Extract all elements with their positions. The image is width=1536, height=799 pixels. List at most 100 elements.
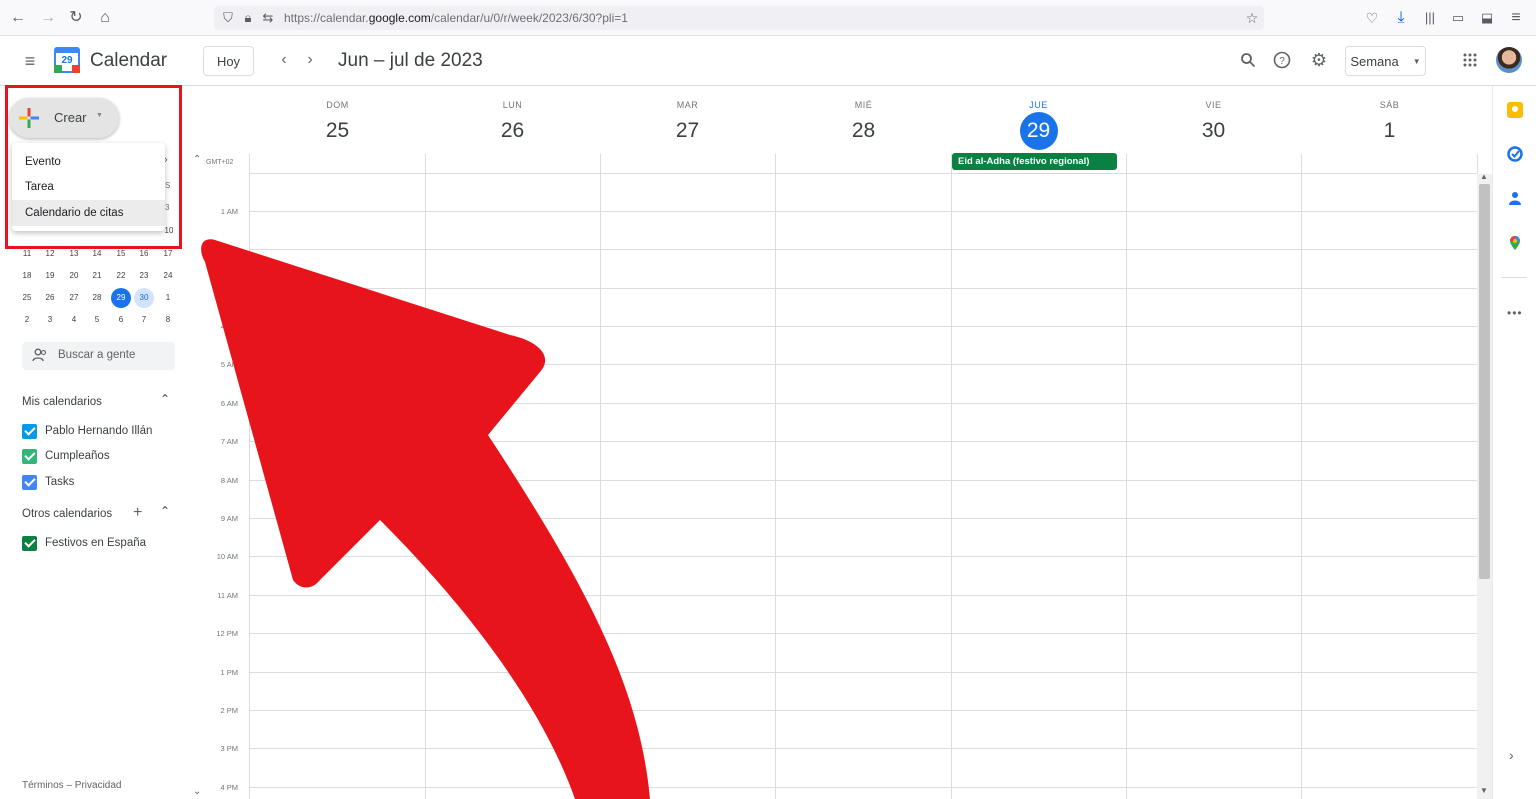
day-header[interactable]: MIÉ 28 <box>776 86 951 154</box>
day-header-today[interactable]: JUE 29 <box>951 86 1126 154</box>
day-header[interactable]: DOM 25 <box>250 86 425 154</box>
calendar-header: ≡ 29 Calendar Hoy ‹ › Jun – jul de 2023 … <box>0 36 1536 86</box>
terms-privacy-links[interactable]: Términos – Privacidad <box>22 780 121 791</box>
bookmark-star-icon[interactable]: ☆ <box>1242 8 1262 28</box>
lock-icon[interactable]: 🔒︎ <box>238 8 258 28</box>
tasks-icon[interactable] <box>1507 146 1523 162</box>
day-header[interactable]: MAR 27 <box>600 86 775 154</box>
day-number[interactable]: 26 <box>494 112 532 150</box>
day-number[interactable]: 30 <box>1195 112 1233 150</box>
mini-cal-day[interactable]: 19 <box>39 266 61 286</box>
checkbox-checked-icon[interactable] <box>22 449 37 464</box>
mini-cal-day[interactable]: 6 <box>110 310 132 330</box>
mini-cal-day[interactable]: 3 <box>39 310 61 330</box>
panel-divider <box>1501 277 1527 278</box>
calendar-item-label: Tasks <box>45 476 75 488</box>
apps-grid-icon[interactable] <box>1459 49 1481 71</box>
day-name: SÁB <box>1379 100 1400 110</box>
next-week-icon[interactable]: › <box>299 49 321 71</box>
column-divider <box>249 154 250 799</box>
mini-cal-day-selected[interactable]: 30 <box>134 288 154 308</box>
expand-panel-chevron-icon[interactable]: › <box>1509 747 1514 763</box>
my-calendars-title[interactable]: Mis calendarios <box>22 396 102 408</box>
pocket-icon[interactable]: ♡ <box>1362 8 1382 28</box>
address-bar[interactable]: ⛉ 🔒︎ ⇆ https://calendar.google.com/calen… <box>214 6 1264 30</box>
day-number[interactable]: 27 <box>669 112 707 150</box>
collapse-allday-icon[interactable]: ⌃ <box>193 154 201 165</box>
search-icon[interactable] <box>1237 49 1259 71</box>
mini-cal-day[interactable]: 25 <box>16 288 38 308</box>
search-people-input[interactable]: Buscar a gente <box>22 342 175 370</box>
day-number-today[interactable]: 29 <box>1019 112 1058 150</box>
maps-icon[interactable] <box>1507 235 1523 251</box>
back-icon[interactable]: ← <box>8 8 28 28</box>
library-icon[interactable]: ||| <box>1420 8 1440 28</box>
extensions-icon[interactable]: ⬓ <box>1477 8 1497 28</box>
settings-gear-icon[interactable]: ⚙ <box>1308 49 1330 71</box>
mini-cal-day[interactable]: 20 <box>63 266 85 286</box>
mini-cal-day[interactable]: 26 <box>39 288 61 308</box>
download-icon[interactable]: ⤓ <box>1391 8 1411 28</box>
hour-label: 12 PM <box>216 629 238 638</box>
mini-cal-day[interactable]: 21 <box>86 266 108 286</box>
scroll-down-arrow-icon[interactable]: ▼ <box>1480 786 1488 795</box>
view-selector[interactable]: Semana ▼ <box>1345 46 1426 76</box>
scroll-up-arrow-icon[interactable]: ▲ <box>1480 172 1488 181</box>
hour-line <box>249 748 1477 749</box>
hour-line <box>249 326 1477 327</box>
mini-cal-day-today[interactable]: 29 <box>111 288 131 308</box>
more-options-icon[interactable]: ••• <box>1507 306 1523 320</box>
checkbox-checked-icon[interactable] <box>22 536 37 551</box>
forward-icon[interactable]: → <box>38 8 58 28</box>
hour-label: 6 AM <box>220 399 238 408</box>
hour-label: 2 PM <box>220 706 238 715</box>
sidebar-toggle-icon[interactable]: ▭ <box>1448 8 1468 28</box>
mini-cal-day[interactable]: 5 <box>86 310 108 330</box>
column-divider <box>600 154 601 799</box>
shield-icon[interactable]: ⛉ <box>218 8 238 28</box>
day-number[interactable]: 28 <box>845 112 883 150</box>
checkbox-checked-icon[interactable] <box>22 424 37 439</box>
help-icon[interactable]: ? <box>1271 49 1293 71</box>
day-header[interactable]: VIE 30 <box>1126 86 1301 154</box>
checkbox-checked-icon[interactable] <box>22 475 37 490</box>
scroll-down-icon[interactable]: ⌄ <box>193 786 201 797</box>
contacts-icon[interactable] <box>1507 190 1523 206</box>
mini-cal-day[interactable]: 27 <box>63 288 85 308</box>
add-calendar-plus-icon[interactable]: + <box>133 504 142 522</box>
main-menu-icon[interactable]: ≡ <box>18 49 42 73</box>
browser-menu-icon[interactable]: ≡ <box>1506 8 1526 28</box>
grid-scrollbar-thumb[interactable] <box>1479 184 1490 579</box>
day-number[interactable]: 25 <box>319 112 357 150</box>
hour-line <box>249 556 1477 557</box>
mini-cal-day[interactable]: 4 <box>63 310 85 330</box>
mini-cal-day[interactable]: 28 <box>86 288 108 308</box>
hour-label: 3 PM <box>220 744 238 753</box>
grid-scrollbar[interactable]: ▲ ▼ <box>1477 172 1492 799</box>
view-selector-label: Semana <box>1350 53 1399 69</box>
permissions-icon[interactable]: ⇆ <box>258 8 278 28</box>
hour-line <box>249 518 1477 519</box>
mini-cal-day[interactable]: 22 <box>110 266 132 286</box>
previous-week-icon[interactable]: ‹ <box>273 49 295 71</box>
day-number[interactable]: 1 <box>1371 112 1409 150</box>
mini-cal-day[interactable]: 23 <box>133 266 155 286</box>
mini-cal-day[interactable]: 24 <box>157 266 179 286</box>
keep-icon[interactable] <box>1507 102 1523 118</box>
today-button[interactable]: Hoy <box>203 46 254 76</box>
week-grid: DOM 25 LUN 26 MAR 27 MIÉ 28 JUE 29 VIE 3… <box>192 86 1492 799</box>
collapse-other-calendars-icon[interactable]: ⌃ <box>160 504 170 518</box>
all-day-event[interactable]: Eid al-Adha (festivo regional) <box>952 153 1117 170</box>
reload-icon[interactable]: ↻ <box>66 8 86 28</box>
mini-cal-day[interactable]: 1 <box>157 288 179 308</box>
collapse-my-calendars-icon[interactable]: ⌃ <box>160 392 170 406</box>
mini-cal-day[interactable]: 2 <box>16 310 38 330</box>
user-avatar[interactable] <box>1496 47 1522 73</box>
mini-cal-day[interactable]: 7 <box>133 310 155 330</box>
mini-cal-day[interactable]: 18 <box>16 266 38 286</box>
day-header[interactable]: LUN 26 <box>425 86 600 154</box>
home-icon[interactable]: ⌂ <box>95 8 115 28</box>
day-header[interactable]: SÁB 1 <box>1302 86 1477 154</box>
mini-cal-day[interactable]: 8 <box>157 310 179 330</box>
other-calendars-title[interactable]: Otros calendarios <box>22 508 112 520</box>
